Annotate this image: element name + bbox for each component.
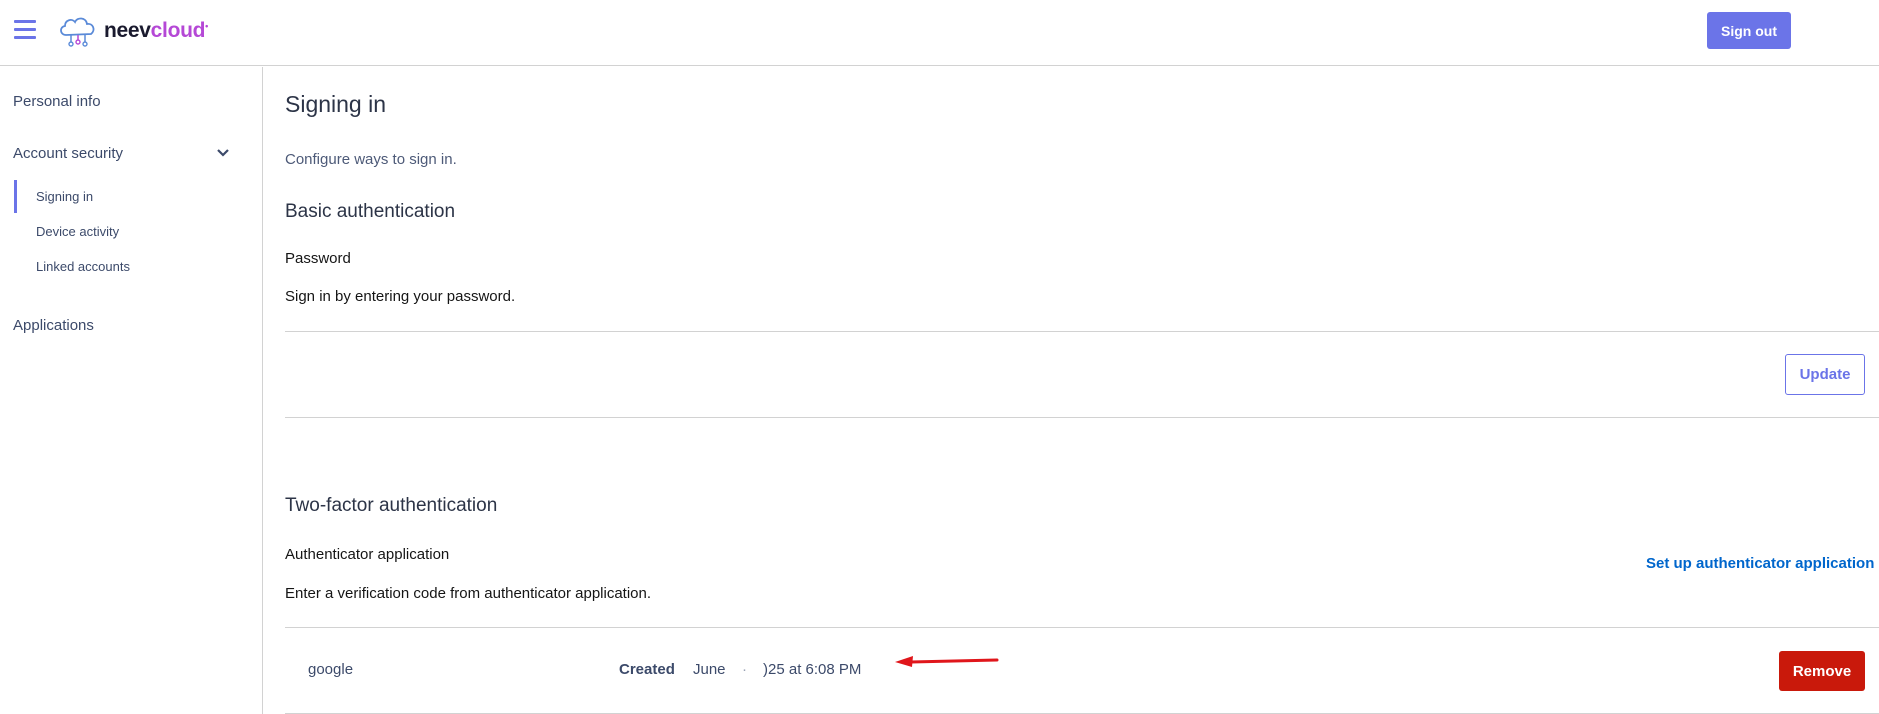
chevron-down-icon[interactable] bbox=[214, 144, 232, 162]
two-factor-title: Two-factor authentication bbox=[285, 495, 498, 516]
credential-name: google bbox=[308, 661, 354, 678]
top-header: neevcloud• Sign out bbox=[0, 0, 1879, 66]
active-indicator bbox=[14, 180, 17, 213]
annotation-arrow-icon bbox=[895, 656, 999, 667]
brand-logo[interactable]: neevcloud• bbox=[56, 13, 208, 49]
basic-auth-title: Basic authentication bbox=[285, 201, 456, 222]
sidebar-item-device-activity[interactable]: Device activity bbox=[36, 224, 119, 239]
brand-name-part1: neev bbox=[104, 19, 151, 42]
sidebar-nav: Personal info Account security Signing i… bbox=[0, 67, 263, 714]
authenticator-label: Authenticator application bbox=[285, 546, 450, 563]
setup-authenticator-link[interactable]: Set up authenticator application bbox=[1646, 555, 1874, 572]
created-label: Created bbox=[619, 661, 675, 678]
brand-name-part2: cloud bbox=[150, 19, 206, 42]
cloud-logo-icon bbox=[60, 17, 95, 47]
created-month: June bbox=[693, 661, 726, 678]
password-label: Password bbox=[285, 250, 351, 267]
sidebar-item-personal-info[interactable]: Personal info bbox=[13, 93, 101, 110]
hamburger-menu-icon[interactable] bbox=[14, 20, 36, 40]
sidebar-item-account-security[interactable]: Account security bbox=[13, 145, 123, 162]
authenticator-description: Enter a verification code from authentic… bbox=[285, 585, 652, 602]
page-subtitle: Configure ways to sign in. bbox=[285, 151, 457, 168]
created-separator: · bbox=[742, 661, 747, 678]
sidebar-item-linked-accounts[interactable]: Linked accounts bbox=[36, 259, 130, 274]
divider bbox=[285, 627, 1879, 628]
update-password-button[interactable]: Update bbox=[1785, 354, 1865, 395]
sidebar-item-signing-in[interactable]: Signing in bbox=[36, 189, 93, 204]
page-title: Signing in bbox=[285, 91, 387, 117]
brand-name: neevcloud• bbox=[104, 19, 208, 43]
sidebar-item-applications[interactable]: Applications bbox=[13, 317, 94, 334]
password-description: Sign in by entering your password. bbox=[285, 288, 516, 305]
sign-out-button[interactable]: Sign out bbox=[1707, 12, 1791, 49]
brand-trademark: • bbox=[205, 21, 209, 31]
divider bbox=[285, 417, 1879, 418]
divider bbox=[285, 331, 1879, 332]
created-time: )25 at 6:08 PM bbox=[763, 661, 862, 678]
remove-credential-button[interactable]: Remove bbox=[1779, 651, 1865, 691]
